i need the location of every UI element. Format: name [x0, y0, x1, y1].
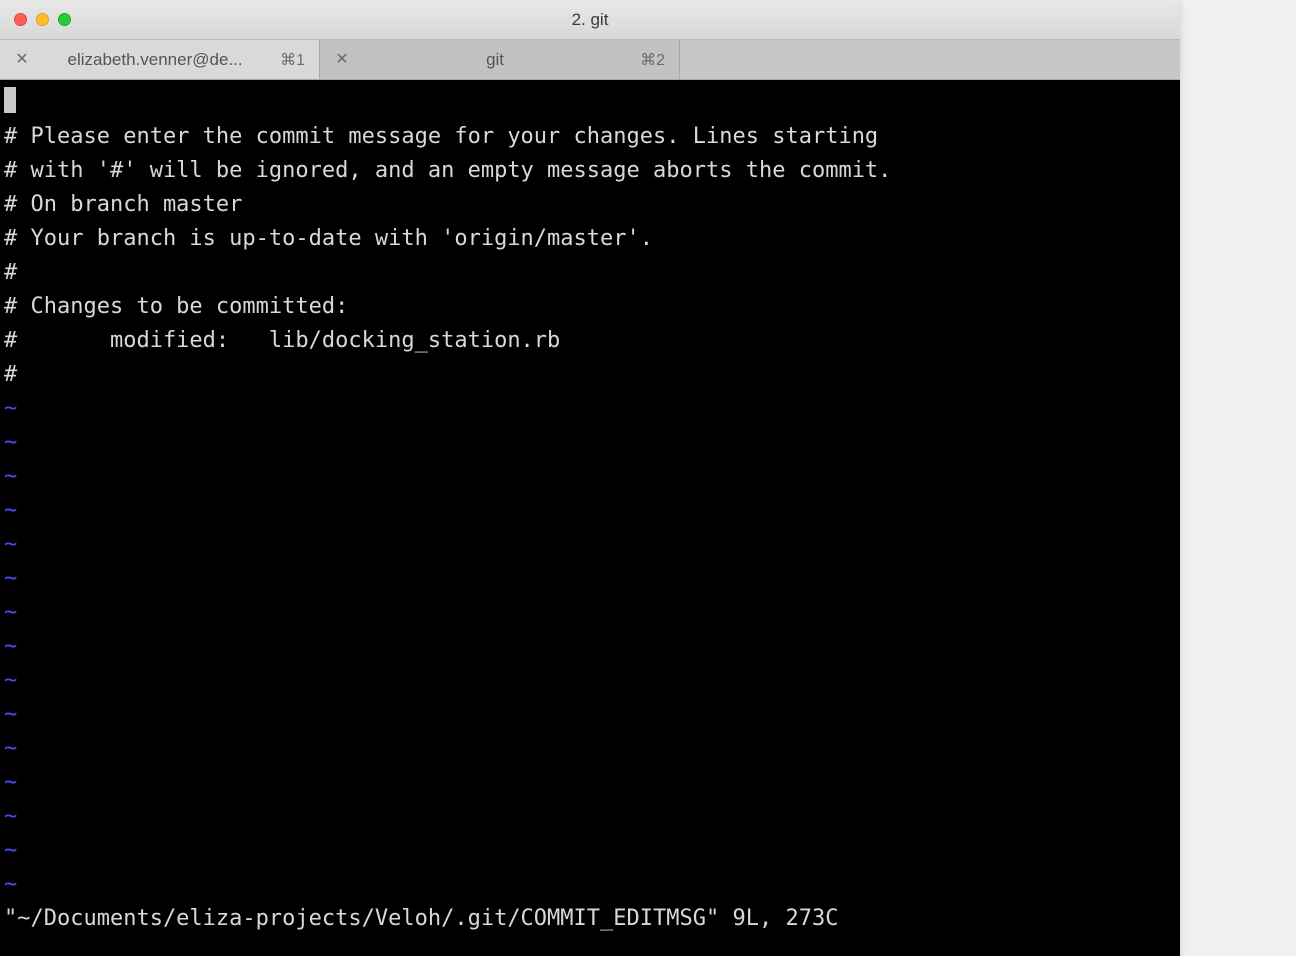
tab-1[interactable]: ✕ elizabeth.venner@de... ⌘1: [0, 40, 320, 79]
empty-line-tilde: ~: [4, 766, 1176, 800]
editor-line: # Your branch is up-to-date with 'origin…: [4, 222, 1176, 256]
vim-status-line: "~/Documents/eliza-projects/Veloh/.git/C…: [4, 902, 1176, 936]
empty-line-tilde: ~: [4, 834, 1176, 868]
zoom-window-button[interactable]: [58, 13, 71, 26]
minimize-window-button[interactable]: [36, 13, 49, 26]
close-window-button[interactable]: [14, 13, 27, 26]
empty-line-tilde: ~: [4, 528, 1176, 562]
empty-line-tilde: ~: [4, 392, 1176, 426]
empty-line-tilde: ~: [4, 732, 1176, 766]
empty-line-tilde: ~: [4, 800, 1176, 834]
terminal-window: 2. git ✕ elizabeth.venner@de... ⌘1 ✕ git…: [0, 0, 1180, 956]
empty-line-tilde: ~: [4, 494, 1176, 528]
editor-line: # with '#' will be ignored, and an empty…: [4, 154, 1176, 188]
tab-label: elizabeth.venner@de...: [40, 50, 270, 70]
close-icon[interactable]: ✕: [334, 52, 350, 68]
close-icon[interactable]: ✕: [14, 52, 30, 68]
traffic-lights: [0, 13, 71, 26]
empty-line-tilde: ~: [4, 426, 1176, 460]
empty-line-tilde: ~: [4, 868, 1176, 902]
window-title: 2. git: [0, 10, 1180, 30]
empty-line-tilde: ~: [4, 664, 1176, 698]
tab-shortcut: ⌘1: [280, 50, 305, 70]
tab-2[interactable]: ✕ git ⌘2: [320, 40, 680, 79]
empty-line-tilde: ~: [4, 698, 1176, 732]
empty-line-tilde: ~: [4, 460, 1176, 494]
editor-line: # modified: lib/docking_station.rb: [4, 324, 1176, 358]
tab-label: git: [360, 50, 630, 70]
editor-line: [4, 86, 1176, 120]
editor-line: # Please enter the commit message for yo…: [4, 120, 1176, 154]
tabbar: ✕ elizabeth.venner@de... ⌘1 ✕ git ⌘2: [0, 40, 1180, 80]
editor-line: #: [4, 256, 1176, 290]
editor-line: # On branch master: [4, 188, 1176, 222]
editor-line: # Changes to be committed:: [4, 290, 1176, 324]
cursor: [4, 87, 16, 113]
editor-line: #: [4, 358, 1176, 392]
tab-shortcut: ⌘2: [640, 50, 665, 70]
terminal-viewport[interactable]: # Please enter the commit message for yo…: [0, 80, 1180, 956]
empty-line-tilde: ~: [4, 630, 1176, 664]
empty-line-tilde: ~: [4, 562, 1176, 596]
empty-line-tilde: ~: [4, 596, 1176, 630]
titlebar: 2. git: [0, 0, 1180, 40]
